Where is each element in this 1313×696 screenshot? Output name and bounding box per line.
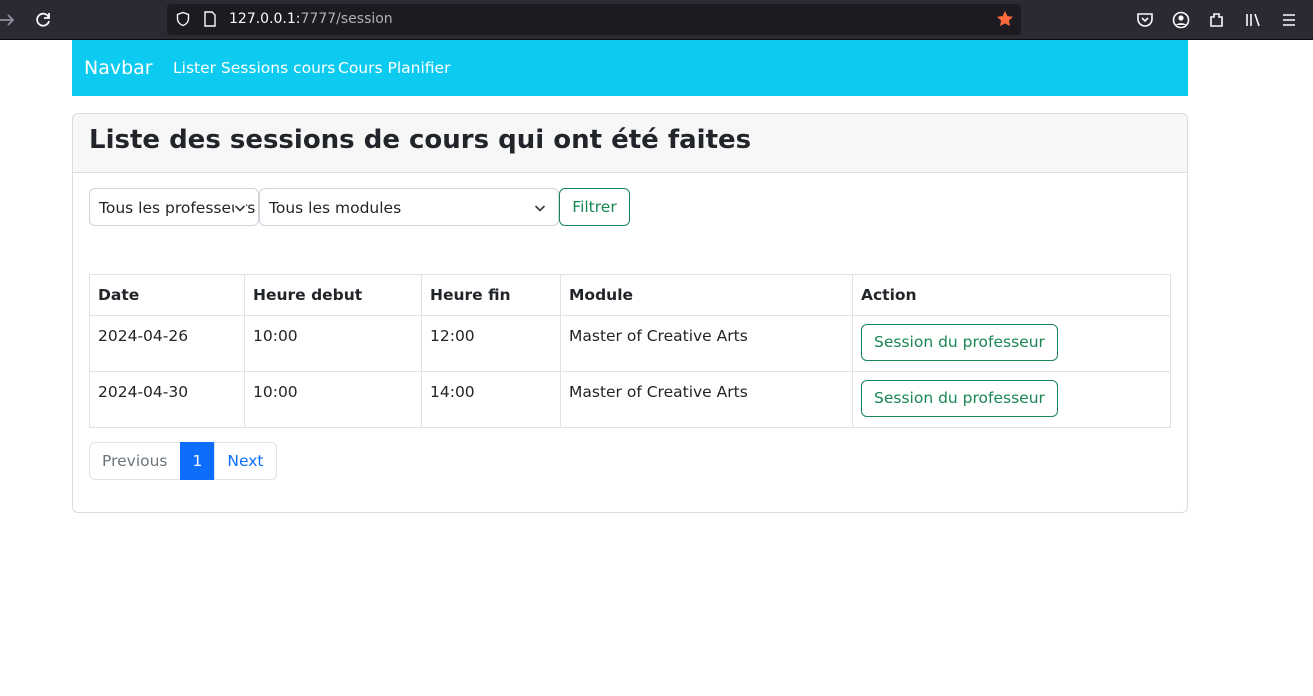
extensions-icon[interactable] xyxy=(1207,10,1227,30)
column-header-start: Heure debut xyxy=(244,274,422,316)
sessions-table: Date Heure debut Heure fin Module Action… xyxy=(89,274,1171,428)
url-path: 7777/session xyxy=(300,11,393,27)
page-icon xyxy=(204,11,216,27)
card-header: Liste des sessions de cours qui ont été … xyxy=(73,114,1187,173)
table-header-row: Date Heure debut Heure fin Module Action xyxy=(89,274,1171,316)
chevron-down-icon xyxy=(234,202,246,214)
filter-button[interactable]: Filtrer xyxy=(559,188,630,226)
menu-icon[interactable] xyxy=(1279,10,1299,30)
bookmark-star-icon[interactable] xyxy=(995,9,1015,29)
shield-icon[interactable] xyxy=(175,11,191,27)
module-select-value: Tous les modules xyxy=(269,199,402,217)
column-header-action: Action xyxy=(852,274,1171,316)
pagination-previous[interactable]: Previous xyxy=(89,442,181,480)
cell-action: Session du professeur xyxy=(852,371,1171,428)
address-bar[interactable]: 127.0.0.1:7777/session xyxy=(167,4,1021,35)
cell-date: 2024-04-30 xyxy=(89,371,245,428)
column-header-end: Heure fin xyxy=(421,274,561,316)
cell-end: 14:00 xyxy=(421,371,561,428)
column-header-module: Module xyxy=(560,274,853,316)
cell-action: Session du professeur xyxy=(852,315,1171,372)
cell-date: 2024-04-26 xyxy=(89,315,245,372)
chevron-down-icon xyxy=(534,202,546,214)
back-icon[interactable] xyxy=(0,9,18,31)
page-title: Liste des sessions de cours qui ont été … xyxy=(89,125,752,155)
pagination-next[interactable]: Next xyxy=(214,442,277,480)
table-row: 2024-04-26 10:00 12:00 Master of Creativ… xyxy=(89,315,1171,372)
pagination-page-1[interactable]: 1 xyxy=(179,442,216,480)
table-row: 2024-04-30 10:00 14:00 Master of Creativ… xyxy=(89,371,1171,428)
professor-select-value: Tous les professeurs xyxy=(99,199,256,217)
pagination: Previous 1 Next xyxy=(89,442,277,480)
session-professor-button[interactable]: Session du professeur xyxy=(861,380,1058,417)
cell-module: Master of Creative Arts xyxy=(560,371,853,428)
nav-link-lister-sessions[interactable]: Lister Sessions cours xyxy=(173,58,335,78)
url-host: 127.0.0.1: xyxy=(229,11,301,27)
browser-toolbar: 127.0.0.1:7777/session xyxy=(0,0,1313,40)
professor-select[interactable]: Tous les professeurs xyxy=(89,188,259,226)
sessions-card: Liste des sessions de cours qui ont été … xyxy=(72,113,1188,513)
pocket-icon[interactable] xyxy=(1135,10,1155,30)
navbar-brand[interactable]: Navbar xyxy=(84,56,153,80)
reload-icon[interactable] xyxy=(32,9,54,31)
url-text[interactable]: 127.0.0.1:7777/session xyxy=(229,11,393,28)
library-icon[interactable] xyxy=(1243,10,1263,30)
cell-module: Master of Creative Arts xyxy=(560,315,853,372)
column-header-date: Date xyxy=(89,274,245,316)
cell-start: 10:00 xyxy=(244,371,422,428)
navbar: Navbar Lister Sessions cours Cours Plani… xyxy=(72,40,1188,96)
session-professor-button[interactable]: Session du professeur xyxy=(861,324,1058,361)
nav-link-cours-planifier[interactable]: Cours Planifier xyxy=(338,58,450,78)
module-select[interactable]: Tous les modules xyxy=(259,188,559,226)
cell-start: 10:00 xyxy=(244,315,422,372)
account-icon[interactable] xyxy=(1171,10,1191,30)
cell-end: 12:00 xyxy=(421,315,561,372)
